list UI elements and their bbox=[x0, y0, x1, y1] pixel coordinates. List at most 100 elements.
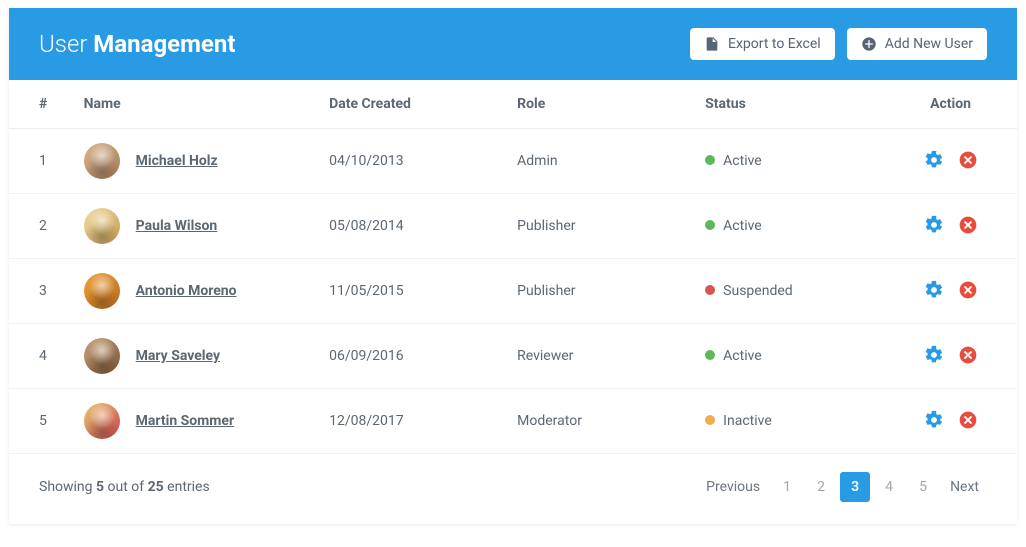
page-2[interactable]: 2 bbox=[806, 472, 836, 502]
table-row: 2 Paula Wilson 05/08/2014 Publisher Acti… bbox=[9, 194, 1017, 259]
row-status: Suspended bbox=[693, 259, 902, 324]
delete-button[interactable] bbox=[957, 344, 979, 366]
gear-icon bbox=[924, 150, 944, 170]
user-management-panel: User Management Export to Excel Add New … bbox=[9, 8, 1017, 524]
user-link[interactable]: Michael Holz bbox=[136, 153, 218, 169]
close-circle-icon bbox=[958, 410, 978, 430]
delete-button[interactable] bbox=[957, 409, 979, 431]
col-action: Action bbox=[902, 80, 1017, 129]
plus-circle-icon bbox=[861, 36, 877, 52]
close-circle-icon bbox=[958, 280, 978, 300]
settings-button[interactable] bbox=[923, 344, 945, 366]
table-row: 4 Mary Saveley 06/09/2016 Reviewer Activ… bbox=[9, 324, 1017, 389]
row-date: 04/10/2013 bbox=[317, 129, 505, 194]
status-dot-icon bbox=[705, 285, 715, 295]
user-link[interactable]: Mary Saveley bbox=[136, 348, 220, 364]
page-1[interactable]: 1 bbox=[772, 472, 802, 502]
table-row: 5 Martin Sommer 12/08/2017 Moderator Ina… bbox=[9, 389, 1017, 454]
status-text: Inactive bbox=[723, 413, 772, 429]
row-role: Reviewer bbox=[505, 324, 693, 389]
row-date: 12/08/2017 bbox=[317, 389, 505, 454]
user-link[interactable]: Paula Wilson bbox=[136, 218, 218, 234]
row-actions bbox=[923, 279, 979, 301]
close-circle-icon bbox=[958, 150, 978, 170]
row-role: Moderator bbox=[505, 389, 693, 454]
close-circle-icon bbox=[958, 345, 978, 365]
avatar bbox=[84, 338, 120, 374]
table-row: 1 Michael Holz 04/10/2013 Admin Active bbox=[9, 129, 1017, 194]
page-previous[interactable]: Previous bbox=[698, 472, 768, 502]
page-title: User Management bbox=[39, 30, 235, 58]
avatar bbox=[84, 403, 120, 439]
add-user-label: Add New User bbox=[885, 36, 973, 52]
name-cell: Mary Saveley bbox=[84, 338, 305, 374]
users-table: # Name Date Created Role Status Action 1… bbox=[9, 80, 1017, 454]
row-role: Admin bbox=[505, 129, 693, 194]
row-index: 5 bbox=[9, 389, 72, 454]
row-date: 11/05/2015 bbox=[317, 259, 505, 324]
gear-icon bbox=[924, 410, 944, 430]
entries-summary: Showing 5 out of 25 entries bbox=[39, 479, 210, 495]
settings-button[interactable] bbox=[923, 149, 945, 171]
page-5[interactable]: 5 bbox=[908, 472, 938, 502]
settings-button[interactable] bbox=[923, 279, 945, 301]
export-excel-button[interactable]: Export to Excel bbox=[690, 28, 835, 60]
gear-icon bbox=[924, 345, 944, 365]
col-role: Role bbox=[505, 80, 693, 129]
gear-icon bbox=[924, 280, 944, 300]
table-row: 3 Antonio Moreno 11/05/2015 Publisher Su… bbox=[9, 259, 1017, 324]
add-user-button[interactable]: Add New User bbox=[847, 28, 987, 60]
shown-count: 5 bbox=[96, 479, 104, 495]
col-index: # bbox=[9, 80, 72, 129]
status-text: Suspended bbox=[723, 283, 793, 299]
total-count: 25 bbox=[148, 479, 164, 495]
delete-button[interactable] bbox=[957, 214, 979, 236]
row-actions bbox=[923, 149, 979, 171]
avatar bbox=[84, 273, 120, 309]
col-date: Date Created bbox=[317, 80, 505, 129]
avatar bbox=[84, 208, 120, 244]
settings-button[interactable] bbox=[923, 214, 945, 236]
panel-header: User Management Export to Excel Add New … bbox=[9, 8, 1017, 80]
avatar bbox=[84, 143, 120, 179]
page-4[interactable]: 4 bbox=[874, 472, 904, 502]
status-dot-icon bbox=[705, 350, 715, 360]
name-cell: Antonio Moreno bbox=[84, 273, 305, 309]
user-link[interactable]: Martin Sommer bbox=[136, 413, 234, 429]
table-footer: Showing 5 out of 25 entries Previous 1 2… bbox=[9, 454, 1017, 524]
row-index: 4 bbox=[9, 324, 72, 389]
status-text: Active bbox=[723, 348, 762, 364]
row-actions bbox=[923, 214, 979, 236]
header-actions: Export to Excel Add New User bbox=[690, 28, 987, 60]
title-bold: Management bbox=[93, 30, 235, 58]
page-3[interactable]: 3 bbox=[840, 472, 870, 502]
status-dot-icon bbox=[705, 220, 715, 230]
page-next[interactable]: Next bbox=[942, 472, 987, 502]
pagination: Previous 1 2 3 4 5 Next bbox=[698, 472, 987, 502]
row-date: 06/09/2016 bbox=[317, 324, 505, 389]
row-actions bbox=[923, 409, 979, 431]
close-circle-icon bbox=[958, 215, 978, 235]
status-dot-icon bbox=[705, 155, 715, 165]
settings-button[interactable] bbox=[923, 409, 945, 431]
row-status: Active bbox=[693, 129, 902, 194]
name-cell: Martin Sommer bbox=[84, 403, 305, 439]
row-index: 2 bbox=[9, 194, 72, 259]
gear-icon bbox=[924, 215, 944, 235]
row-date: 05/08/2014 bbox=[317, 194, 505, 259]
name-cell: Michael Holz bbox=[84, 143, 305, 179]
row-status: Active bbox=[693, 194, 902, 259]
export-label: Export to Excel bbox=[728, 36, 821, 52]
row-status: Inactive bbox=[693, 389, 902, 454]
delete-button[interactable] bbox=[957, 279, 979, 301]
user-link[interactable]: Antonio Moreno bbox=[136, 283, 237, 299]
delete-button[interactable] bbox=[957, 149, 979, 171]
file-export-icon bbox=[704, 36, 720, 52]
row-actions bbox=[923, 344, 979, 366]
col-name: Name bbox=[72, 80, 317, 129]
row-role: Publisher bbox=[505, 259, 693, 324]
status-text: Active bbox=[723, 218, 762, 234]
title-light: User bbox=[39, 30, 93, 58]
col-status: Status bbox=[693, 80, 902, 129]
name-cell: Paula Wilson bbox=[84, 208, 305, 244]
